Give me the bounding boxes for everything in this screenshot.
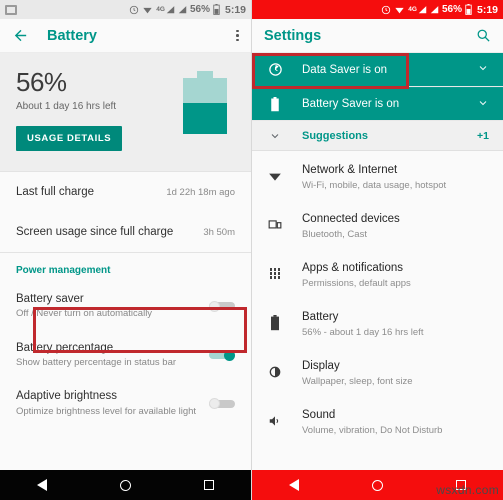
dual-phone-screenshot: 4G 56% 5:19 Battery 56% About 1 day 16 h…: [0, 0, 503, 500]
settings-row-network[interactable]: Network & Internet Wi-Fi, mobile, data u…: [252, 151, 503, 200]
right-phone-screen: 4G 56% 5:19 Settings Data Saver is on Ba…: [252, 0, 503, 500]
banner-label: Data Saver is on: [302, 63, 388, 76]
row-value: 1d 22h 18m ago: [166, 186, 235, 198]
suggestions-count: +1: [477, 129, 489, 142]
row-subtitle: Volume, vibration, Do Not Disturb: [302, 425, 443, 436]
signal-bars-icon: [430, 5, 439, 14]
battery-info-section: Last full charge 1d 22h 18m ago Screen u…: [0, 171, 251, 252]
row-subtitle: Wi-Fi, mobile, data usage, hotspot: [302, 180, 447, 191]
settings-row-connected-devices[interactable]: Connected devices Bluetooth, Cast: [252, 200, 503, 249]
back-nav-icon[interactable]: [288, 479, 299, 491]
settings-row-sound[interactable]: Sound Volume, vibration, Do Not Disturb: [252, 396, 503, 445]
clock-label: 5:19: [476, 3, 498, 16]
chevron-down-icon[interactable]: [266, 130, 284, 142]
wifi-icon: [394, 5, 405, 15]
row-title: Display: [302, 360, 340, 372]
battery-app-bar: Battery: [0, 19, 251, 53]
banner-battery-saver[interactable]: Battery Saver is on: [252, 87, 503, 121]
settings-row-battery[interactable]: Battery 56% - about 1 day 16 hrs left: [252, 298, 503, 347]
watermark: wsxdn.com: [436, 483, 499, 497]
settings-row-display[interactable]: Display Wallpaper, sleep, font size: [252, 347, 503, 396]
page-title: Settings: [264, 27, 322, 44]
row-title: Battery: [302, 311, 339, 323]
dnd-icon: [381, 5, 391, 15]
power-management-section: Power management Battery saver Off / Nev…: [0, 252, 251, 429]
row-title: Network & Internet: [302, 164, 398, 176]
recent-apps-icon[interactable]: [204, 480, 215, 490]
chevron-down-icon[interactable]: [477, 62, 489, 77]
signal-bars-icon: [166, 6, 175, 14]
row-subtitle: Permissions, default apps: [302, 278, 411, 289]
connected-devices-icon: [266, 218, 284, 232]
row-subtitle: 56% - about 1 day 16 hrs left: [302, 327, 424, 338]
row-title: Connected devices: [302, 213, 400, 225]
left-status-bar: 4G 56% 5:19: [0, 0, 251, 19]
battery-percentage-toggle[interactable]: [209, 349, 235, 361]
apps-grid-icon: [266, 268, 284, 279]
row-subtitle: Bluetooth, Cast: [302, 229, 367, 240]
row-title: Battery saver: [16, 293, 84, 305]
row-subtitle: Show battery percentage in status bar: [16, 357, 177, 369]
banner-data-saver[interactable]: Data Saver is on: [252, 53, 503, 87]
battery-hero: 56% About 1 day 16 hrs left USAGE DETAIL…: [0, 53, 251, 171]
battery-status-icon: [213, 4, 220, 15]
battery-graphic: [183, 71, 227, 134]
display-brightness-icon: [266, 364, 284, 380]
row-title: Battery percentage: [16, 341, 114, 354]
row-title: Screen usage since full charge: [16, 225, 174, 238]
row-subtitle: Off / Never turn on automatically: [16, 308, 153, 320]
suggestions-row[interactable]: Suggestions +1: [252, 121, 503, 151]
settings-row-apps[interactable]: Apps & notifications Permissions, defaul…: [252, 249, 503, 298]
table-row[interactable]: Last full charge 1d 22h 18m ago: [0, 172, 251, 212]
setting-row-adaptive-brightness[interactable]: Adaptive brightness Optimize brightness …: [0, 379, 251, 428]
overflow-menu-icon[interactable]: [236, 29, 239, 42]
left-phone-screen: 4G 56% 5:19 Battery 56% About 1 day 16 h…: [0, 0, 252, 500]
back-nav-icon[interactable]: [36, 479, 47, 491]
row-value: 3h 50m: [203, 226, 235, 238]
battery-percent-label: 56%: [441, 4, 462, 15]
battery-saver-toggle[interactable]: [209, 300, 235, 312]
right-status-bar: 4G 56% 5:19: [252, 0, 503, 19]
clock-label: 5:19: [224, 3, 246, 16]
network-type-label: 4G: [408, 6, 417, 13]
screenshot-icon: [5, 4, 17, 15]
usage-details-button[interactable]: USAGE DETAILS: [16, 126, 123, 151]
battery-saver-icon: [266, 96, 284, 112]
battery-percent-label: 56%: [189, 4, 210, 15]
row-subtitle: Wallpaper, sleep, font size: [302, 376, 413, 387]
settings-app-bar: Settings: [252, 19, 503, 53]
wifi-icon: [266, 169, 284, 183]
row-title: Last full charge: [16, 185, 94, 198]
row-subtitle: Optimize brightness level for available …: [16, 405, 197, 417]
back-arrow-icon[interactable]: [12, 27, 29, 44]
home-nav-icon[interactable]: [371, 479, 383, 491]
adaptive-brightness-toggle[interactable]: [209, 398, 235, 410]
page-title: Battery: [47, 27, 97, 44]
dnd-icon: [129, 5, 139, 15]
battery-status-icon: [465, 4, 472, 15]
table-row[interactable]: Screen usage since full charge 3h 50m: [0, 212, 251, 252]
suggestions-label: Suggestions: [302, 129, 369, 142]
left-navigation-bar: [0, 470, 251, 500]
setting-row-battery-saver[interactable]: Battery saver Off / Never turn on automa…: [0, 282, 251, 331]
network-type-label: 4G: [156, 6, 165, 13]
chevron-down-icon[interactable]: [477, 97, 489, 112]
signal-bars-icon: [178, 5, 187, 14]
battery-icon: [266, 314, 284, 331]
wifi-icon: [142, 5, 153, 15]
setting-row-battery-percentage[interactable]: Battery percentage Show battery percenta…: [0, 331, 251, 380]
banner-label: Battery Saver is on: [302, 98, 400, 110]
row-title: Apps & notifications: [302, 262, 404, 274]
row-title: Sound: [302, 409, 336, 421]
row-title: Adaptive brightness: [16, 390, 118, 403]
home-nav-icon[interactable]: [119, 479, 131, 491]
sound-volume-icon: [266, 414, 284, 428]
signal-bars-icon: [418, 6, 427, 14]
search-icon[interactable]: [476, 28, 491, 43]
data-saver-icon: [266, 62, 284, 77]
section-header: Power management: [16, 265, 111, 276]
